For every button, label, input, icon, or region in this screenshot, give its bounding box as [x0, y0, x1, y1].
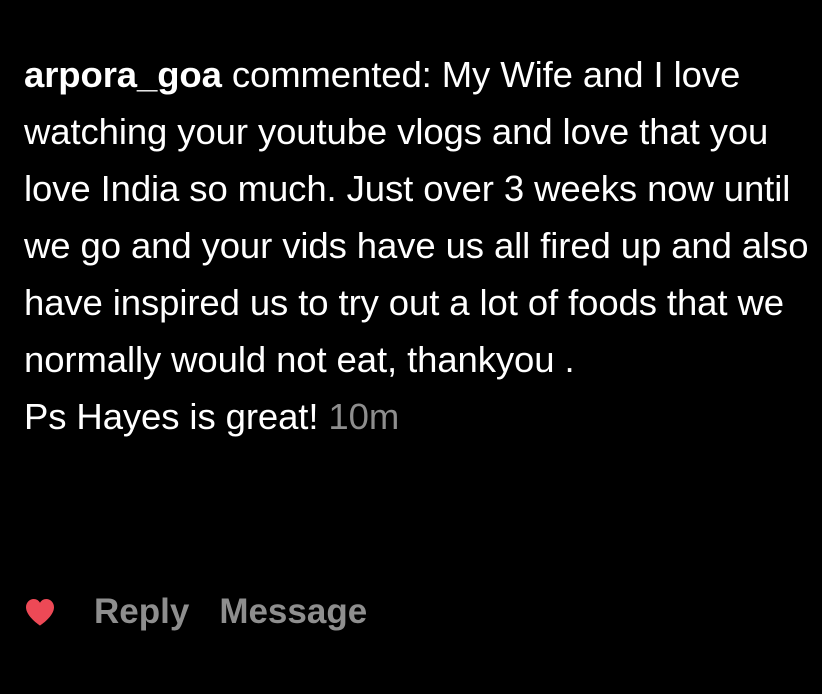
comment-verb: commented:	[231, 54, 432, 95]
comment-actions: Reply Message	[24, 590, 397, 634]
reply-button[interactable]: Reply	[94, 592, 189, 632]
heart-icon[interactable]	[24, 597, 56, 627]
comment-body: My Wife and I love watching your youtube…	[24, 54, 809, 380]
message-button[interactable]: Message	[219, 592, 367, 632]
comment-timestamp: 10m	[328, 396, 400, 437]
comment-postscript: Ps Hayes is great!	[24, 396, 319, 437]
comment-postscript-line: Ps Hayes is great! 10m	[24, 388, 814, 445]
comment-text: arpora_goa commented: My Wife and I love…	[24, 46, 814, 445]
comment-username[interactable]: arpora_goa	[24, 54, 222, 95]
